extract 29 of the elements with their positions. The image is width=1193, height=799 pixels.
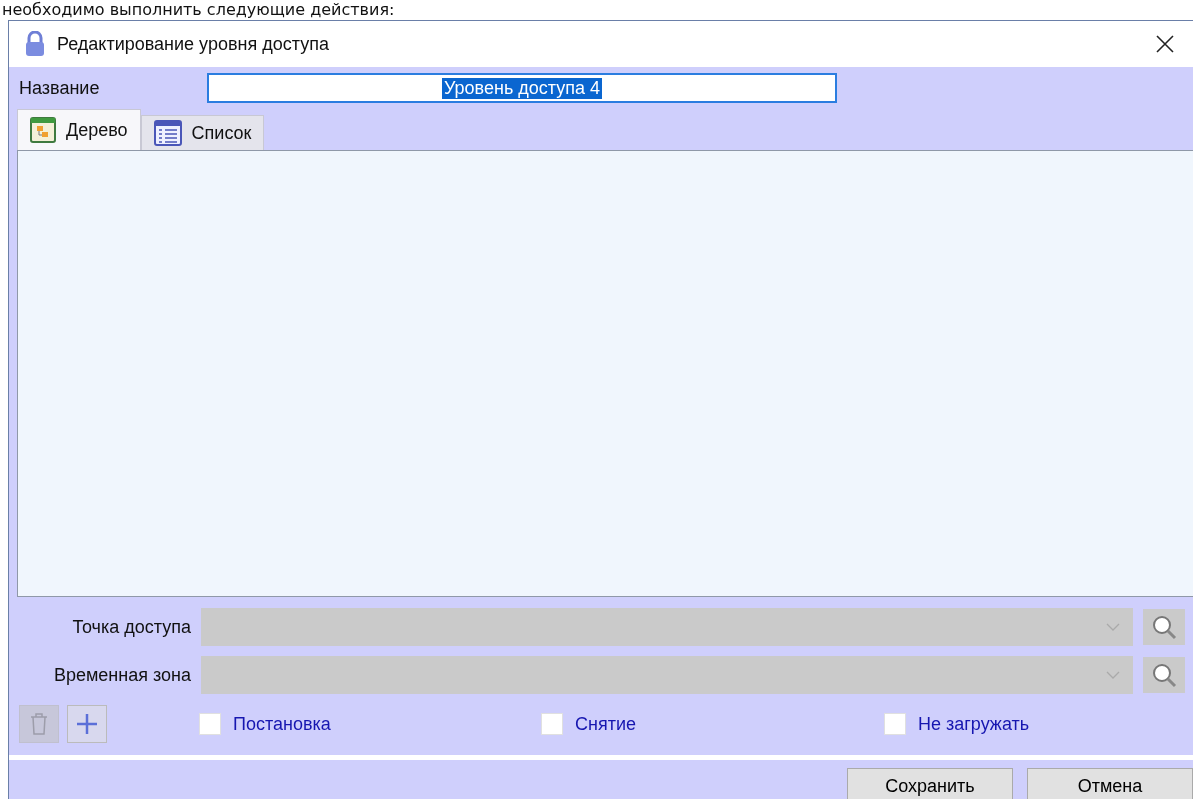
search-button[interactable] xyxy=(1143,609,1185,645)
checkbox[interactable] xyxy=(541,713,563,735)
dialog-button[interactable]: Отмена xyxy=(1027,768,1193,799)
dialog-button[interactable]: Сохранить xyxy=(847,768,1013,799)
field-label: Временная зона xyxy=(52,664,191,686)
checkbox-label: Постановка xyxy=(233,713,331,735)
search-icon xyxy=(1151,614,1177,640)
padlock-icon xyxy=(25,31,45,57)
chevron-icon xyxy=(1106,622,1120,632)
tab[interactable]: Дерево xyxy=(17,109,141,150)
search-button[interactable] xyxy=(1143,657,1185,693)
field-label: Точка доступа xyxy=(71,616,191,638)
checkbox[interactable] xyxy=(884,713,906,735)
checkbox[interactable] xyxy=(199,713,221,735)
window-title: Редактирование уровня доступа xyxy=(57,33,330,55)
name-label: Название xyxy=(19,77,101,99)
checkbox-label: Не загружать xyxy=(918,713,1030,735)
checkbox-label: Снятие xyxy=(575,713,636,735)
document-text: необходимо выполнить следующие действия: xyxy=(1,0,395,20)
add-button[interactable] xyxy=(67,705,107,743)
close-icon[interactable] xyxy=(1155,34,1175,54)
plus-icon xyxy=(75,712,99,736)
list-view-icon xyxy=(153,120,182,146)
tree-view-icon xyxy=(30,117,56,143)
name-input-field[interactable]: Уровень доступа 4 xyxy=(207,73,837,103)
tab[interactable]: Список xyxy=(140,115,265,150)
chevron-icon xyxy=(1106,670,1120,680)
search-icon xyxy=(1151,662,1177,688)
trash-icon xyxy=(29,712,49,736)
